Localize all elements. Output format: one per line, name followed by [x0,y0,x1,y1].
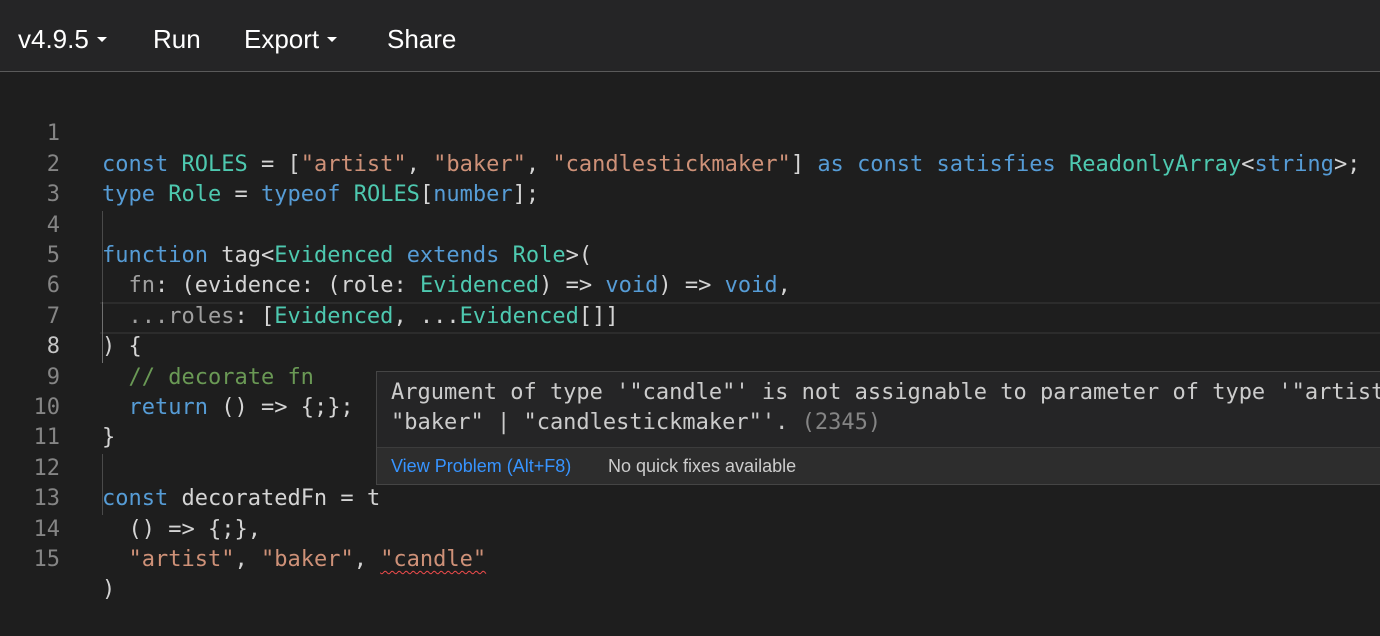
code-line: 2 type Role = typeof ROLES[number]; [0,119,1380,207]
code-line: 6 ...roles: [Evidenced, ...Evidenced[]] [0,241,1380,328]
code-text: "artist", "baker", "candle" [128,547,487,572]
toolbar: v4.9.5 Run Export Share [0,0,1380,72]
hover-status-bar: View Problem (Alt+F8) No quick fixes ava… [377,447,1380,484]
code-line: 8 // decorate fn [0,302,1380,389]
code-line: 15 ) [0,515,1380,602]
error-hover-widget: Argument of type '"candle"' is not assig… [376,371,1380,485]
code-line: 7 ) { [0,271,1380,359]
error-message-line2: "baker" | "candlestickmaker"'. [391,410,802,435]
chevron-down-icon [327,36,338,42]
export-dropdown[interactable]: Export [244,0,338,71]
run-button[interactable]: Run [153,0,201,71]
code-editor[interactable]: 1 const ROLES = ["artist", "baker", "can… [0,89,1380,602]
export-label: Export [244,24,320,54]
code-line: 4 function tag<Evidenced extends Role>( [0,180,1380,268]
version-dropdown[interactable]: v4.9.5 [18,0,107,71]
view-problem-link[interactable]: View Problem (Alt+F8) [391,448,571,484]
code-line: 3 [0,150,1380,207]
code-text: ) [102,577,116,603]
code-line: 1 const ROLES = ["artist", "baker", "can… [0,89,1380,176]
code-line: 9 return () => {;}; [0,332,1380,420]
error-message-line1: Argument of type '"candle"' is not assig… [391,380,1380,405]
error-message: Argument of type '"candle"' is not assig… [391,378,1380,438]
chevron-down-icon [96,36,107,42]
share-button[interactable]: Share [387,0,456,71]
code-line: 5 fn: (evidence: (role: Evidenced) => vo… [0,211,1380,298]
no-quick-fixes-label: No quick fixes available [608,456,797,476]
error-code: (2345) [801,410,882,435]
error-token[interactable]: "candle" [380,547,486,572]
version-label: v4.9.5 [18,24,89,54]
code-line: 14 "artist", "baker", "candle" [0,484,1380,572]
line-number: 15 [33,547,61,572]
run-label: Run [153,24,201,54]
share-label: Share [387,24,457,54]
